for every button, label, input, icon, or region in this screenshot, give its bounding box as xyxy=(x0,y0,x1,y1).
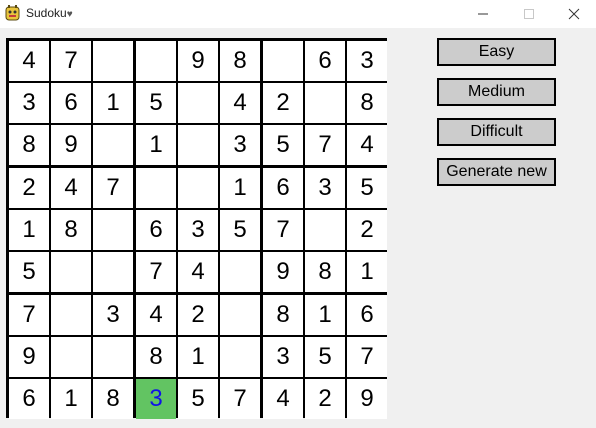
sudoku-cell[interactable]: 9 xyxy=(263,252,303,292)
sudoku-cell[interactable]: 7 xyxy=(9,295,49,335)
sudoku-cell[interactable]: 2 xyxy=(305,379,345,419)
sudoku-cell[interactable]: 3 xyxy=(347,41,387,81)
sudoku-cell[interactable]: 8 xyxy=(93,379,133,419)
python-icon xyxy=(5,5,20,21)
sudoku-cell[interactable]: 7 xyxy=(51,41,91,81)
sudoku-cell[interactable]: 1 xyxy=(347,252,387,292)
sudoku-cell[interactable]: 2 xyxy=(9,168,49,208)
sudoku-cell[interactable]: 1 xyxy=(93,83,133,123)
sudoku-cell[interactable] xyxy=(93,337,133,377)
title-bar[interactable]: Sudoku♥ xyxy=(0,0,596,28)
sudoku-cell[interactable]: 1 xyxy=(220,168,260,208)
sudoku-cell[interactable]: 3 xyxy=(305,168,345,208)
window-title: Sudoku♥ xyxy=(26,6,73,22)
easy-button[interactable]: Easy xyxy=(437,38,556,66)
sudoku-cell[interactable]: 5 xyxy=(178,379,218,419)
sudoku-cell[interactable]: 7 xyxy=(305,125,345,165)
sudoku-cell[interactable] xyxy=(220,295,260,335)
sudoku-cell[interactable]: 6 xyxy=(136,210,176,250)
sudoku-cell[interactable]: 9 xyxy=(9,337,49,377)
sudoku-cell[interactable] xyxy=(93,210,133,250)
sudoku-cell[interactable] xyxy=(178,83,218,123)
sudoku-cell[interactable]: 7 xyxy=(93,168,133,208)
sudoku-cell[interactable]: 8 xyxy=(51,210,91,250)
sudoku-cell[interactable] xyxy=(136,168,176,208)
sudoku-cell[interactable]: 6 xyxy=(263,168,303,208)
sudoku-cell[interactable]: 9 xyxy=(178,41,218,81)
minimize-button[interactable] xyxy=(460,0,506,28)
sudoku-cell[interactable]: 3 xyxy=(93,295,133,335)
sudoku-cell[interactable]: 4 xyxy=(263,379,303,419)
sudoku-cell[interactable]: 5 xyxy=(263,125,303,165)
sudoku-cell[interactable]: 1 xyxy=(178,337,218,377)
sudoku-cell[interactable]: 1 xyxy=(305,295,345,335)
sudoku-cell[interactable]: 1 xyxy=(136,125,176,165)
sudoku-cell[interactable]: 3 xyxy=(263,337,303,377)
sudoku-cell[interactable]: 8 xyxy=(347,83,387,123)
sudoku-cell[interactable]: 2 xyxy=(178,295,218,335)
sudoku-cell[interactable] xyxy=(178,168,218,208)
sudoku-cell[interactable]: 1 xyxy=(9,210,49,250)
maximize-button[interactable] xyxy=(506,0,552,28)
sudoku-cell[interactable]: 4 xyxy=(347,125,387,165)
maximize-icon xyxy=(524,9,534,19)
sudoku-cell[interactable]: 7 xyxy=(220,379,260,419)
sudoku-cell[interactable]: 2 xyxy=(347,210,387,250)
sudoku-cell[interactable]: 8 xyxy=(220,41,260,81)
sudoku-cell[interactable]: 1 xyxy=(51,379,91,419)
heart-icon: ♥ xyxy=(66,9,73,20)
sudoku-cell[interactable]: 3 xyxy=(220,125,260,165)
medium-button[interactable]: Medium xyxy=(437,78,556,106)
close-button[interactable] xyxy=(551,0,596,28)
sudoku-cell[interactable]: 9 xyxy=(51,125,91,165)
sudoku-cell[interactable]: 8 xyxy=(136,337,176,377)
sudoku-cell[interactable]: 8 xyxy=(9,125,49,165)
sudoku-cell[interactable]: 8 xyxy=(263,295,303,335)
sudoku-cell[interactable]: 7 xyxy=(136,252,176,292)
close-icon xyxy=(568,8,580,20)
sudoku-cell[interactable] xyxy=(93,252,133,292)
sudoku-cell[interactable]: 4 xyxy=(136,295,176,335)
minimize-icon xyxy=(478,13,488,15)
sudoku-cell[interactable]: 3 xyxy=(178,210,218,250)
sudoku-cell[interactable] xyxy=(220,252,260,292)
sudoku-cell[interactable]: 6 xyxy=(51,83,91,123)
sudoku-cell[interactable] xyxy=(51,295,91,335)
sudoku-cell[interactable] xyxy=(93,41,133,81)
sudoku-board: 4798633615428891357424716351863572574981… xyxy=(6,38,387,419)
sudoku-cell[interactable]: 6 xyxy=(347,295,387,335)
generate-new-button[interactable]: Generate new xyxy=(437,158,556,186)
sudoku-cell[interactable]: 6 xyxy=(9,379,49,419)
sudoku-cell[interactable] xyxy=(136,41,176,81)
sudoku-cell[interactable]: 5 xyxy=(220,210,260,250)
sudoku-cell[interactable]: 4 xyxy=(178,252,218,292)
sudoku-cell[interactable] xyxy=(220,337,260,377)
window-title-text: Sudoku xyxy=(26,6,67,20)
sudoku-cell[interactable]: 7 xyxy=(347,337,387,377)
sudoku-cell[interactable]: 8 xyxy=(305,252,345,292)
sudoku-cell[interactable] xyxy=(305,83,345,123)
sudoku-cell[interactable]: 5 xyxy=(9,252,49,292)
sudoku-cell[interactable]: 2 xyxy=(263,83,303,123)
sudoku-cell[interactable]: 3 xyxy=(136,379,176,419)
difficult-button[interactable]: Difficult xyxy=(437,118,556,146)
sudoku-cell[interactable] xyxy=(305,210,345,250)
sudoku-cell[interactable]: 5 xyxy=(347,168,387,208)
sudoku-cell[interactable]: 6 xyxy=(305,41,345,81)
sudoku-cell[interactable] xyxy=(178,125,218,165)
sudoku-cell[interactable]: 7 xyxy=(263,210,303,250)
sudoku-cell[interactable]: 4 xyxy=(9,41,49,81)
sudoku-cell[interactable]: 4 xyxy=(220,83,260,123)
sudoku-cell[interactable] xyxy=(51,252,91,292)
sudoku-cell[interactable] xyxy=(51,337,91,377)
sudoku-cell[interactable]: 5 xyxy=(305,337,345,377)
sudoku-cell[interactable]: 3 xyxy=(9,83,49,123)
sudoku-cell[interactable] xyxy=(93,125,133,165)
sudoku-cell[interactable]: 5 xyxy=(136,83,176,123)
sudoku-cell[interactable] xyxy=(263,41,303,81)
sudoku-cell[interactable]: 9 xyxy=(347,379,387,419)
sudoku-cell[interactable]: 4 xyxy=(51,168,91,208)
